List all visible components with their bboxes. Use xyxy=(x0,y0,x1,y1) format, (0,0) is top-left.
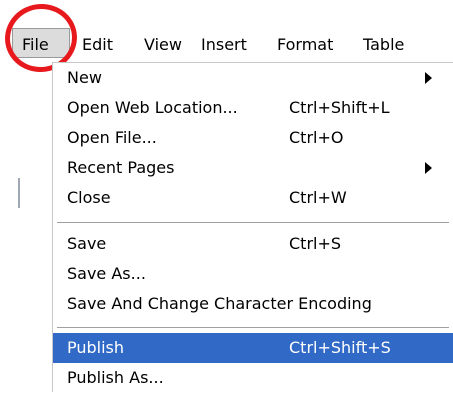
menu-item-shortcut: Ctrl+W xyxy=(289,188,347,207)
menu-item-recent-pages[interactable]: Recent Pages xyxy=(53,153,453,183)
menu-item-publish[interactable]: Publish Ctrl+Shift+S xyxy=(53,333,453,363)
menu-item-shortcut: Ctrl+Shift+S xyxy=(289,338,391,357)
menu-item-label: Save xyxy=(67,234,107,253)
menu-item-open-web-location[interactable]: Open Web Location... Ctrl+Shift+L xyxy=(53,93,453,123)
menu-item-open-file[interactable]: Open File... Ctrl+O xyxy=(53,123,453,153)
menu-insert[interactable]: Insert xyxy=(201,33,247,57)
menu-table[interactable]: Table xyxy=(363,33,404,57)
menu-item-save[interactable]: Save Ctrl+S xyxy=(53,229,453,259)
menu-item-save-and-change-encoding[interactable]: Save And Change Character Encoding xyxy=(53,289,453,319)
menu-format[interactable]: Format xyxy=(277,33,333,57)
menu-item-label: Recent Pages xyxy=(67,158,175,177)
menu-item-shortcut: Ctrl+O xyxy=(289,128,344,147)
menu-item-shortcut: Ctrl+Shift+L xyxy=(289,98,390,117)
menu-item-label: Close xyxy=(67,188,111,207)
menu-item-label: Save And Change Character Encoding xyxy=(67,294,372,313)
submenu-arrow-icon xyxy=(425,162,432,174)
menu-edit[interactable]: Edit xyxy=(82,33,113,57)
menu-item-label: Save As... xyxy=(67,264,146,283)
file-dropdown-menu: New Open Web Location... Ctrl+Shift+L Op… xyxy=(52,62,453,392)
menu-item-label: Publish As... xyxy=(67,368,164,387)
submenu-arrow-icon xyxy=(425,72,432,84)
menu-item-label: Open Web Location... xyxy=(67,98,238,117)
menu-item-label: New xyxy=(67,68,102,87)
menu-item-shortcut: Ctrl+S xyxy=(289,234,342,253)
background-divider xyxy=(18,178,20,208)
menu-item-close[interactable]: Close Ctrl+W xyxy=(53,183,453,213)
menu-item-save-as[interactable]: Save As... xyxy=(53,259,453,289)
menu-separator xyxy=(57,327,449,329)
menu-item-label: Open File... xyxy=(67,128,157,147)
menu-item-publish-as[interactable]: Publish As... xyxy=(53,363,453,393)
menu-separator xyxy=(57,222,449,224)
menu-item-label: Publish xyxy=(67,338,125,357)
menu-view[interactable]: View xyxy=(144,33,182,57)
menu-item-new[interactable]: New xyxy=(53,63,453,93)
